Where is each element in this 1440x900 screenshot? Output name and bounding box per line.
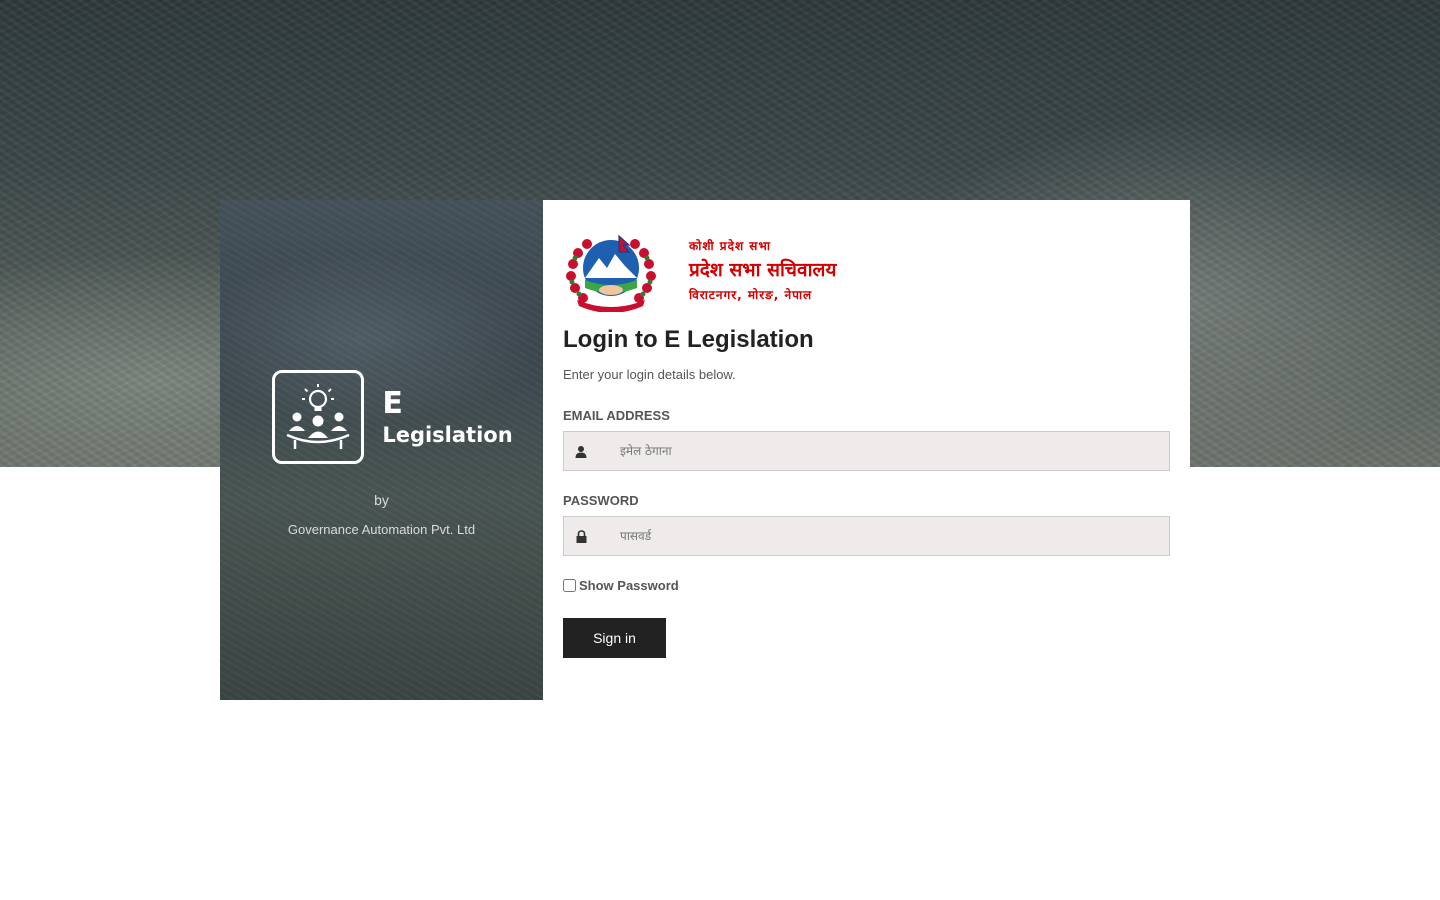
app-logo-text: E Legislation <box>382 388 512 446</box>
government-title: कोशी प्रदेश सभा प्रदेश सभा सचिवालय विराट… <box>689 237 836 303</box>
show-password-toggle[interactable]: Show Password <box>563 578 679 593</box>
password-field-wrapper <box>563 516 1170 556</box>
logo-title-legislation: Legislation <box>382 422 513 447</box>
show-password-label: Show Password <box>579 578 679 593</box>
page-title: Login to E Legislation <box>563 326 814 353</box>
nepal-emblem <box>566 234 656 312</box>
company-name: Governance Automation Pvt. Ltd <box>287 522 476 537</box>
email-field[interactable] <box>618 432 1169 470</box>
user-icon <box>566 445 596 458</box>
government-header: कोशी प्रदेश सभा प्रदेश सभा सचिवालय विराट… <box>563 228 836 312</box>
page-subtitle: Enter your login details below. <box>563 367 736 382</box>
password-label: PASSWORD <box>563 493 639 508</box>
password-field[interactable] <box>618 517 1169 555</box>
login-card: E Legislation by Governance Automation P… <box>220 200 1190 700</box>
meeting-idea-icon <box>272 370 365 464</box>
logo-title-e: E <box>382 386 403 422</box>
sign-in-button[interactable]: Sign in <box>563 618 666 658</box>
app-logo: E Legislation <box>242 370 543 464</box>
province-assembly-name: कोशी प्रदेश सभा <box>689 239 771 253</box>
by-label: by <box>374 492 389 508</box>
show-password-checkbox[interactable] <box>563 579 576 592</box>
brand-panel: E Legislation by Governance Automation P… <box>220 200 543 700</box>
login-form-panel: कोशी प्रदेश सभा प्रदेश सभा सचिवालय विराट… <box>543 200 1190 700</box>
secretariat-name: प्रदेश सभा सचिवालय <box>689 259 837 281</box>
email-field-wrapper <box>563 431 1170 471</box>
address-line: विराटनगर, मोरङ, नेपाल <box>689 288 813 302</box>
brand-content: E Legislation by Governance Automation P… <box>220 370 543 537</box>
email-label: EMAIL ADDRESS <box>563 408 670 423</box>
lock-icon <box>566 529 596 543</box>
